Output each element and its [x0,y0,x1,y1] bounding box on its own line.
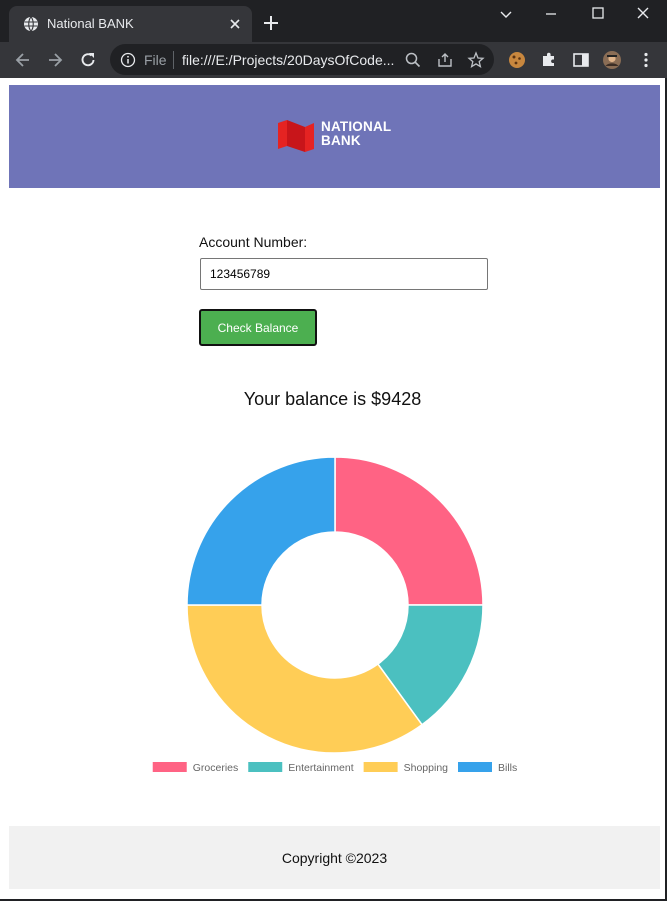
info-icon[interactable] [120,52,136,68]
site-header: NATIONAL BANK [9,85,660,188]
maximize-icon[interactable] [588,4,608,24]
copyright-text: Copyright ©2023 [281,850,388,866]
bank-logo-wordmark: NATIONAL BANK [321,120,391,148]
legend-swatch [152,762,187,772]
back-icon[interactable] [13,50,33,70]
chart-slice-groceries[interactable] [334,456,484,606]
profile-avatar-icon[interactable] [602,50,622,70]
chart-legend: Groceries Entertainment Shopping Bills [152,762,517,774]
address-bar[interactable]: File file:///E:/Projects/20DaysOfCode... [110,44,494,75]
omnibox-divider [173,51,174,69]
legend-swatch [363,762,398,772]
url-text[interactable]: file:///E:/Projects/20DaysOfCode... [182,52,398,68]
reload-icon[interactable] [78,50,98,70]
bookmark-star-icon[interactable] [467,51,485,69]
share-icon[interactable] [436,51,454,69]
zoom-icon[interactable] [404,51,422,69]
legend-item-shopping[interactable]: Shopping [363,762,449,774]
site-footer: Copyright ©2023 [9,826,660,889]
tab-title: National BANK [47,16,134,31]
browser-toolbar: File file:///E:/Projects/20DaysOfCode... [0,42,667,78]
page-viewport: NATIONAL BANK Account Number: Check Bala… [0,78,665,899]
chart-slices [186,456,484,754]
legend-label: Bills [498,762,517,774]
account-number-input[interactable] [200,258,488,290]
tab-search-icon[interactable] [496,4,516,24]
legend-label: Entertainment [288,762,353,774]
globe-icon [24,16,38,32]
legend-item-bills[interactable]: Bills [458,762,517,774]
check-balance-button[interactable]: Check Balance [199,309,317,346]
legend-label: Shopping [404,762,449,774]
chart-slice-shopping[interactable] [186,604,424,754]
new-tab-icon[interactable] [262,14,280,32]
side-panel-icon[interactable] [571,50,591,70]
legend-item-groceries[interactable]: Groceries [152,762,239,774]
legend-swatch [248,762,283,772]
cookie-extension-icon[interactable] [507,50,527,70]
browser-tab[interactable]: National BANK [9,6,252,42]
extensions-puzzle-icon[interactable] [539,50,559,70]
legend-label: Groceries [193,762,239,774]
browser-tab-strip: National BANK [0,0,667,42]
balance-text: Your balance is $9428 [243,389,422,409]
close-tab-icon[interactable] [227,16,243,32]
bank-logo-icon [278,120,314,152]
forward-icon[interactable] [45,50,65,70]
close-window-icon[interactable] [633,4,653,24]
logo-line-national: NATIONAL [321,119,392,134]
expense-doughnut-chart: Groceries Entertainment Shopping Bills [152,456,517,774]
chart-slice-bills[interactable] [186,456,336,606]
menu-kebab-icon[interactable] [636,50,656,70]
legend-swatch [458,762,492,772]
url-scheme: File [144,52,167,68]
legend-item-entertainment[interactable]: Entertainment [248,762,354,774]
logo-line-bank: BANK [321,133,361,148]
account-number-label: Account Number: [199,234,308,250]
minimize-icon[interactable] [541,4,561,24]
